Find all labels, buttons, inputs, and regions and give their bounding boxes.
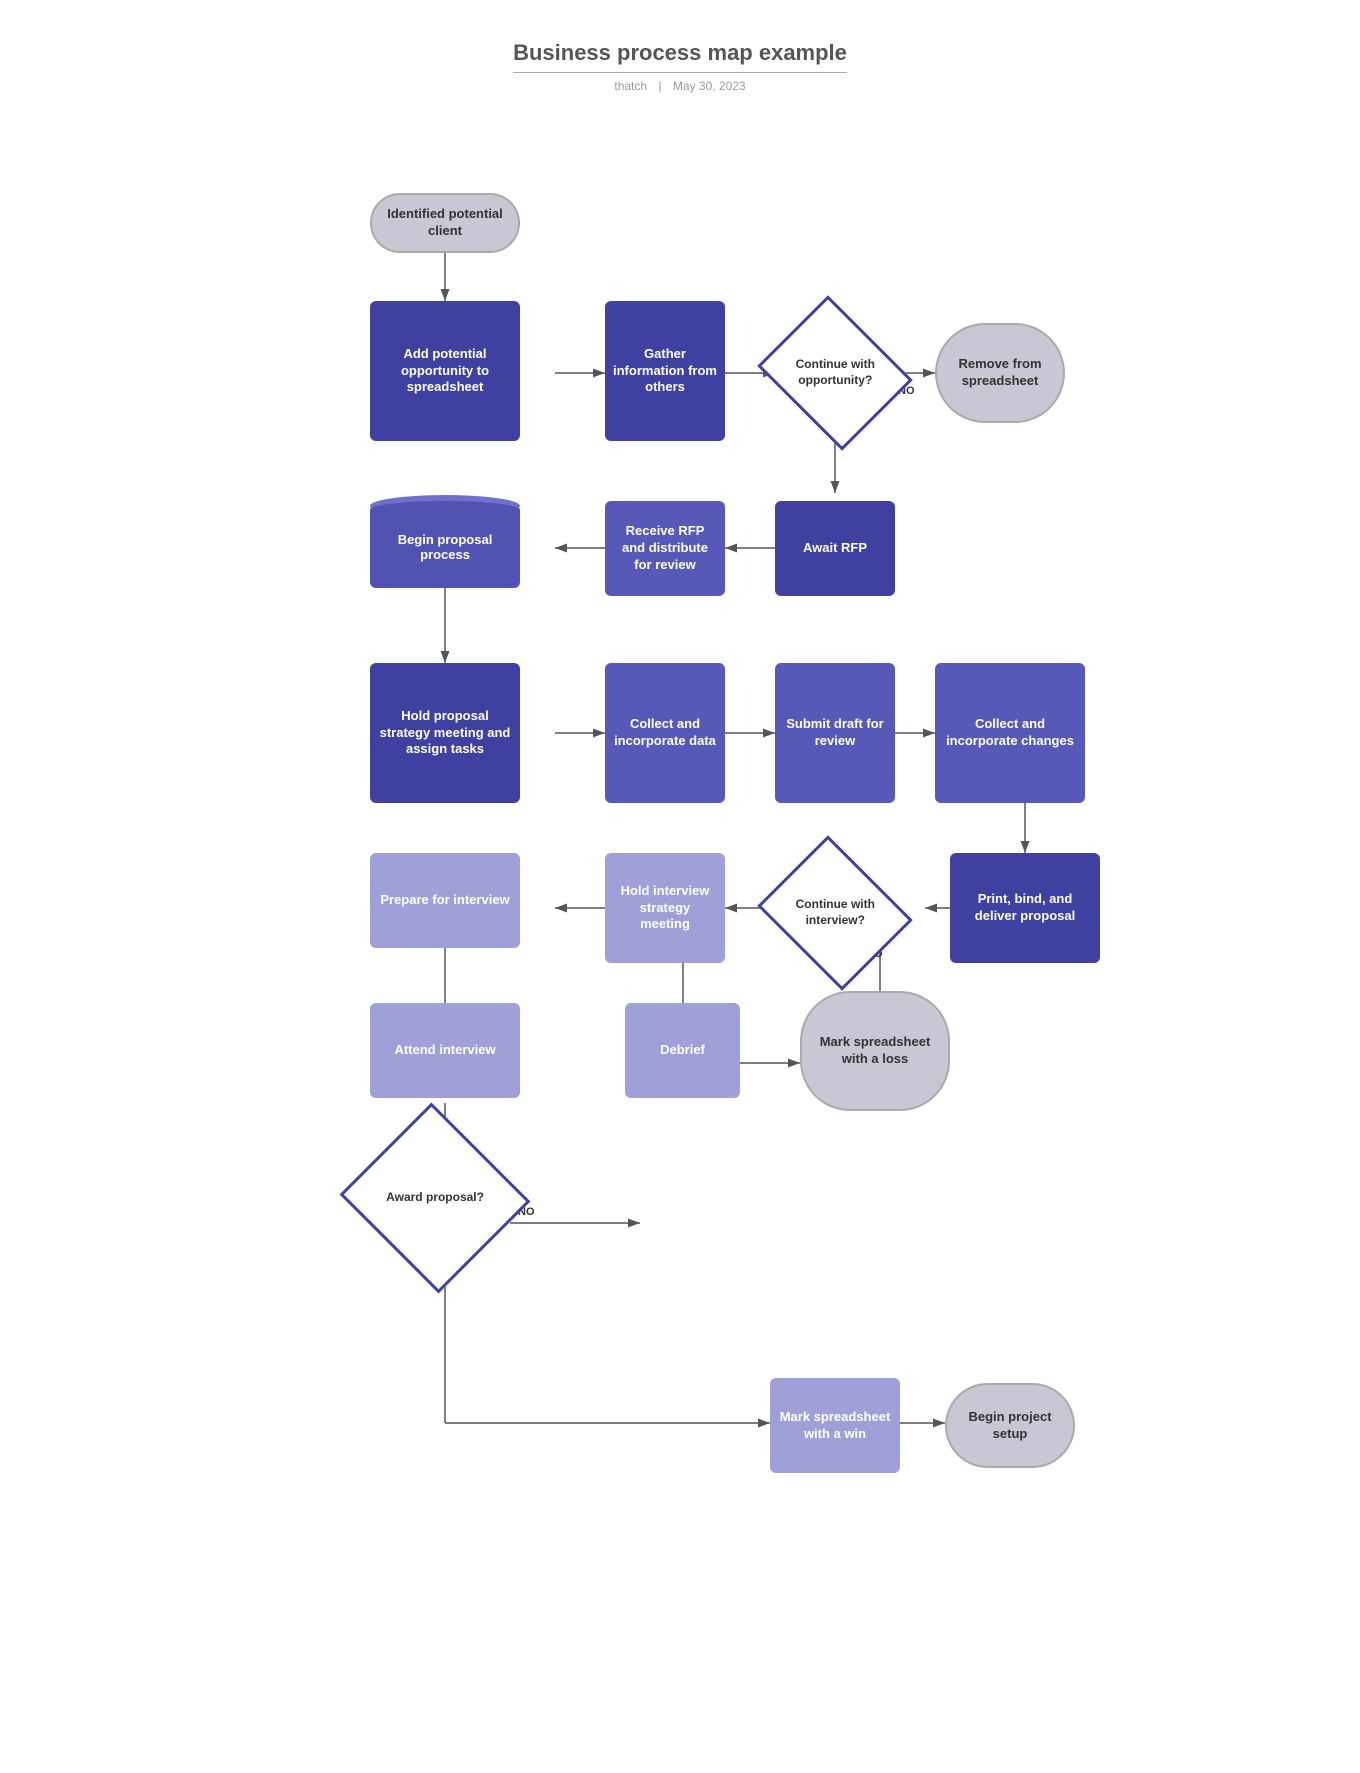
node-attend-interview: Attend interview xyxy=(370,1003,520,1098)
separator: | xyxy=(658,79,661,93)
node-continue-interview: Continue with interview? xyxy=(757,835,913,991)
node-award-proposal: Award proposal? xyxy=(340,1103,531,1294)
node-collect-changes: Collect and incorporate changes xyxy=(935,663,1085,803)
node-mark-win: Mark spreadsheet with a win xyxy=(770,1378,900,1473)
node-continue-opp: Continue with opportunity? xyxy=(757,295,913,451)
node-hold-interview: Hold interview strategy meeting xyxy=(605,853,725,963)
node-receive-rfp: Receive RFP and distribute for review xyxy=(605,501,725,596)
page-meta: thatch | May 30, 2023 xyxy=(513,79,847,93)
node-submit-draft: Submit draft for review xyxy=(775,663,895,803)
node-identified: Identified potential client xyxy=(370,193,520,253)
flowchart: NO YES YES NO NO YES Identified potentia… xyxy=(270,133,1090,1713)
node-debrief: Debrief xyxy=(625,1003,740,1098)
node-gather-info: Gather information from others xyxy=(605,301,725,441)
date: May 30, 2023 xyxy=(673,79,746,93)
node-print-bind: Print, bind, and deliver proposal xyxy=(950,853,1100,963)
node-remove-spreadsheet: Remove from spreadsheet xyxy=(935,323,1065,423)
node-collect-data: Collect and incorporate data xyxy=(605,663,725,803)
node-add-spreadsheet: Add potential opportunity to spreadsheet xyxy=(370,301,520,441)
node-prepare-interview: Prepare for interview xyxy=(370,853,520,948)
page-header: Business process map example thatch | Ma… xyxy=(513,40,847,93)
node-begin-project: Begin project setup xyxy=(945,1383,1075,1468)
node-mark-loss: Mark spreadsheet with a loss xyxy=(800,991,950,1111)
node-begin-proposal: Begin proposal process xyxy=(370,493,520,588)
node-await-rfp: Await RFP xyxy=(775,501,895,596)
page-title: Business process map example xyxy=(513,40,847,73)
node-hold-proposal: Hold proposal strategy meeting and assig… xyxy=(370,663,520,803)
author: thatch xyxy=(614,79,647,93)
